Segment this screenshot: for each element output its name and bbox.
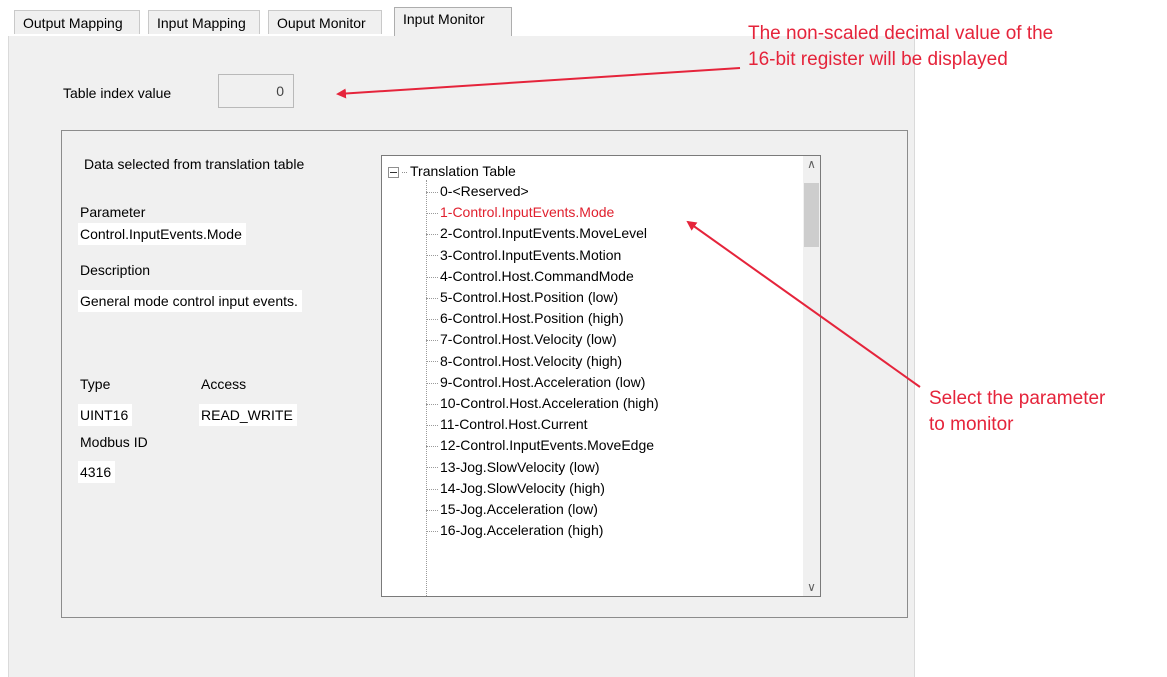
- annotation-top-line2: 16-bit register will be displayed: [748, 49, 1008, 70]
- tree-connector: [402, 171, 407, 173]
- tree-item[interactable]: 16-Jog.Acceleration (high): [426, 520, 603, 541]
- tree-item[interactable]: 2-Control.InputEvents.MoveLevel: [426, 223, 647, 244]
- tree-item[interactable]: 4-Control.Host.CommandMode: [426, 266, 634, 287]
- tree-item[interactable]: 15-Jog.Acceleration (low): [426, 499, 598, 520]
- tree-item-label: 14-Jog.SlowVelocity (high): [440, 479, 605, 496]
- tree-item-label: 1-Control.InputEvents.Mode: [440, 204, 615, 221]
- tree-item[interactable]: 1-Control.InputEvents.Mode: [426, 202, 614, 223]
- tree-item-label: 16-Jog.Acceleration (high): [440, 522, 604, 539]
- tree-item[interactable]: 3-Control.InputEvents.Motion: [426, 245, 621, 266]
- tree-root[interactable]: Translation Table: [388, 162, 516, 180]
- tree-connector: [426, 191, 438, 193]
- parameter-value: Control.InputEvents.Mode: [78, 223, 246, 245]
- tree-item[interactable]: 8-Control.Host.Velocity (high): [426, 351, 622, 372]
- type-value: UINT16: [78, 404, 133, 426]
- type-label: Type: [80, 376, 111, 392]
- tree-item-label: 7-Control.Host.Velocity (low): [440, 331, 617, 348]
- tree-connector: [426, 403, 438, 405]
- tree-connector: [426, 276, 438, 278]
- details-header: Data selected from translation table: [84, 156, 305, 172]
- tree-root-label: Translation Table: [410, 163, 516, 179]
- tree-item[interactable]: 13-Jog.SlowVelocity (low): [426, 457, 600, 478]
- tree-item[interactable]: 14-Jog.SlowVelocity (high): [426, 478, 605, 499]
- tree-connector: [426, 361, 438, 363]
- tree-connector: [426, 297, 438, 299]
- tree-connector: [426, 530, 438, 532]
- annotation-right-line1: Select the parameter: [929, 388, 1106, 409]
- tree-connector: [426, 340, 438, 342]
- tree-connector: [426, 255, 438, 257]
- tree-connector: [426, 509, 438, 511]
- tree-item-label: 5-Control.Host.Position (low): [440, 289, 619, 305]
- tree-connector: [426, 382, 438, 384]
- scroll-thumb[interactable]: [804, 183, 819, 247]
- description-label: Description: [80, 262, 151, 278]
- tree-item[interactable]: 7-Control.Host.Velocity (low): [426, 329, 617, 350]
- vertical-scrollbar[interactable]: ∧ ∨: [803, 156, 820, 596]
- tree-connector: [426, 234, 438, 236]
- tab-input-monitor[interactable]: Input Monitor: [394, 7, 512, 36]
- table-index-label: Table index value: [63, 85, 172, 101]
- tree-connector: [426, 212, 438, 214]
- tree-connector: [426, 424, 438, 426]
- description-value: General mode control input events.: [78, 290, 302, 312]
- annotation-right-line2: to monitor: [929, 414, 1014, 435]
- tree-item-label: 11-Control.Host.Current: [440, 416, 588, 433]
- tree-connector: [426, 488, 438, 490]
- modbus-id-label: Modbus ID: [80, 434, 148, 450]
- tree-item-label: 12-Control.InputEvents.MoveEdge: [440, 437, 655, 454]
- tree-item[interactable]: 9-Control.Host.Acceleration (low): [426, 372, 645, 393]
- access-value: READ_WRITE: [199, 404, 297, 426]
- tree-item[interactable]: 5-Control.Host.Position (low): [426, 287, 618, 308]
- scroll-up-icon[interactable]: ∧: [803, 156, 820, 173]
- tree-item-label: 8-Control.Host.Velocity (high): [440, 352, 623, 369]
- tree-item-label: 13-Jog.SlowVelocity (low): [440, 458, 600, 475]
- translation-table-tree[interactable]: Translation Table 0-<Reserved> 1-Control.…: [381, 155, 821, 597]
- tree-item-label: 0-<Reserved>: [440, 183, 529, 199]
- tree-item-label: 9-Control.Host.Acceleration (low): [440, 373, 646, 390]
- parameter-label: Parameter: [80, 204, 146, 220]
- modbus-id-value: 4316: [78, 461, 116, 483]
- tab-output-mapping[interactable]: Output Mapping: [14, 10, 140, 34]
- tree-item-label: 4-Control.Host.CommandMode: [440, 267, 634, 284]
- tree-item[interactable]: 12-Control.InputEvents.MoveEdge: [426, 435, 654, 456]
- tree-item-label: 6-Control.Host.Position (high): [440, 310, 624, 327]
- tree-item[interactable]: 11-Control.Host.Current: [426, 414, 588, 435]
- collapse-icon[interactable]: [388, 166, 399, 178]
- tree-item-label: 15-Jog.Acceleration (low): [440, 501, 598, 517]
- tree-item[interactable]: 6-Control.Host.Position (high): [426, 308, 624, 329]
- tab-output-monitor[interactable]: Ouput Monitor: [268, 10, 382, 34]
- tree-connector: [426, 467, 438, 469]
- tree-item-label: 2-Control.InputEvents.MoveLevel: [440, 225, 647, 242]
- access-label: Access: [201, 376, 247, 392]
- tree-item[interactable]: 0-<Reserved>: [426, 181, 529, 202]
- annotation-top-line1: The non-scaled decimal value of the: [748, 23, 1054, 44]
- tree-item-label: 3-Control.InputEvents.Motion: [440, 246, 622, 263]
- scroll-down-icon[interactable]: ∨: [803, 579, 820, 596]
- tree-connector: [426, 318, 438, 320]
- tree-item[interactable]: 10-Control.Host.Acceleration (high): [426, 393, 659, 414]
- tab-input-mapping[interactable]: Input Mapping: [148, 10, 260, 34]
- tree-connector: [426, 446, 438, 448]
- table-index-field: 0: [218, 74, 294, 108]
- tree-item-label: 10-Control.Host.Acceleration (high): [440, 395, 659, 411]
